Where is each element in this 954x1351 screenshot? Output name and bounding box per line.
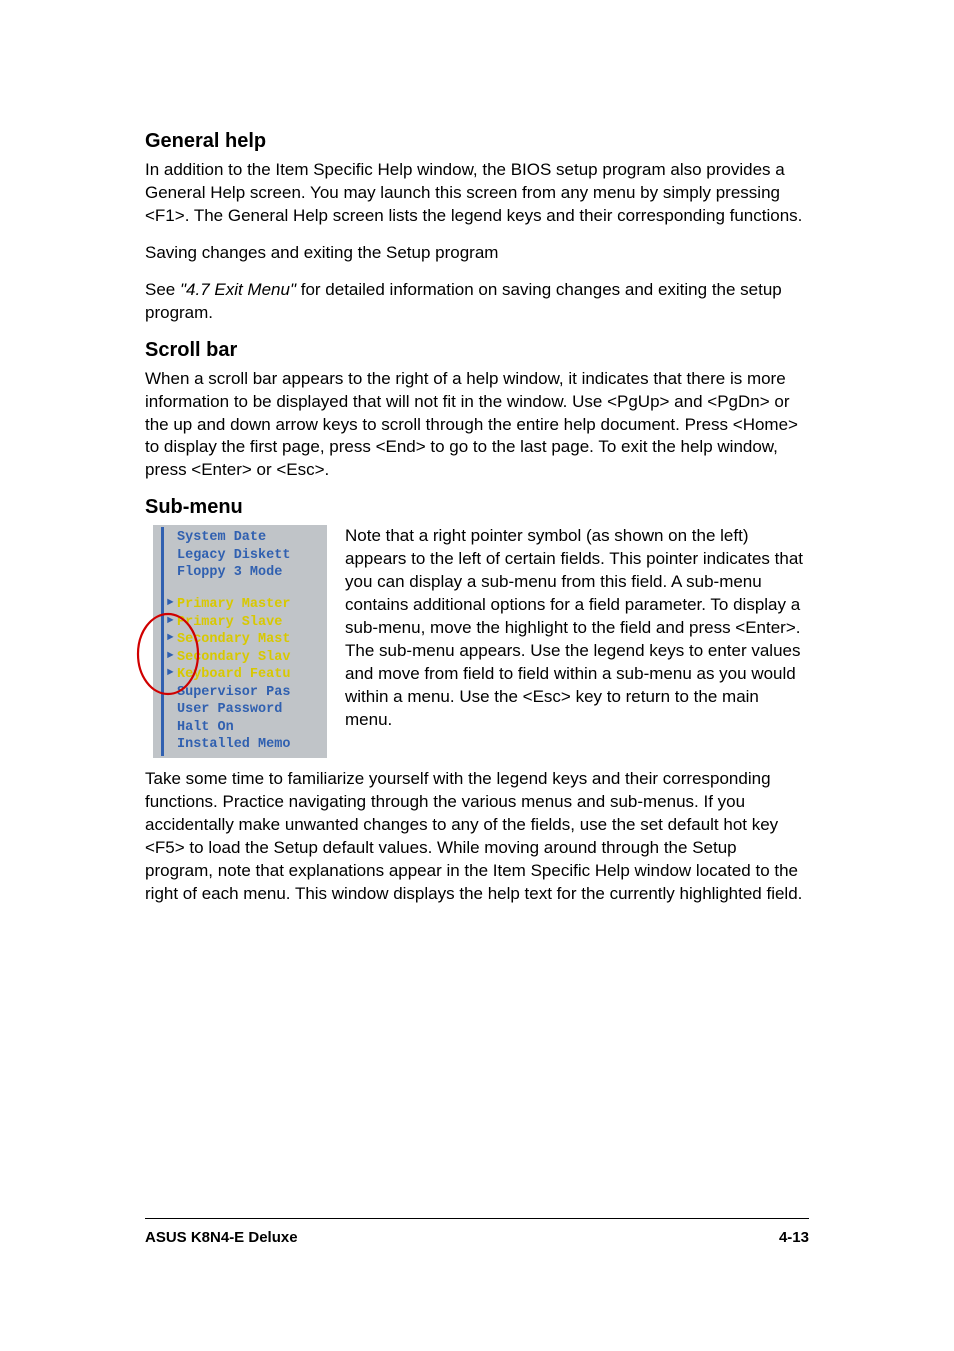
heading-sub-menu: Sub-menu [145, 496, 809, 519]
bios-line-installed-memo: Installed Memo [153, 736, 327, 754]
bios-text: Primary Master [177, 597, 290, 612]
pointer-icon: ► [167, 666, 174, 680]
bios-text: Secondary Mast [177, 632, 290, 647]
bios-line-secondary-slave: ►Secondary Slav [153, 649, 327, 667]
general-help-p1: In addition to the Item Specific Help wi… [145, 159, 809, 228]
bios-gap [153, 582, 327, 596]
page-footer: ASUS K8N4-E Deluxe 4-13 [145, 1218, 809, 1246]
general-help-p3: See "4.7 Exit Menu" for detailed informa… [145, 279, 809, 325]
heading-scroll-bar: Scroll bar [145, 339, 809, 362]
text-fragment: See [145, 280, 180, 299]
submenu-row: System Date Legacy Diskett Floppy 3 Mode… [145, 525, 809, 758]
bios-line-floppy-3-mode: Floppy 3 Mode [153, 564, 327, 582]
exit-menu-ref: "4.7 Exit Menu" [180, 280, 296, 299]
bios-left-edge [161, 527, 164, 756]
bios-screenshot: System Date Legacy Diskett Floppy 3 Mode… [153, 525, 327, 758]
page-content: General help In addition to the Item Spe… [145, 130, 809, 906]
bios-line-keyboard-features: ►Keyboard Featu [153, 666, 327, 684]
bios-screenshot-block: System Date Legacy Diskett Floppy 3 Mode… [145, 525, 327, 758]
sub-menu-p2: Take some time to familiarize yourself w… [145, 768, 809, 906]
bios-text: Secondary Slav [177, 650, 290, 665]
bios-line-system-date: System Date [153, 529, 327, 547]
pointer-icon: ► [167, 649, 174, 663]
footer-page-number: 4-13 [779, 1229, 809, 1246]
sub-menu-p1: Note that a right pointer symbol (as sho… [345, 525, 809, 731]
bios-line-halt-on: Halt On [153, 719, 327, 737]
bios-line-primary-master: ►Primary Master [153, 596, 327, 614]
pointer-icon: ► [167, 596, 174, 610]
pointer-icon: ► [167, 614, 174, 628]
submenu-text-col: Note that a right pointer symbol (as sho… [345, 525, 809, 731]
scroll-bar-p1: When a scroll bar appears to the right o… [145, 368, 809, 483]
general-help-p2: Saving changes and exiting the Setup pro… [145, 242, 809, 265]
bios-line-legacy-diskette: Legacy Diskett [153, 547, 327, 565]
bios-line-secondary-master: ►Secondary Mast [153, 631, 327, 649]
bios-line-user-password: User Password [153, 701, 327, 719]
bios-text: Primary Slave [177, 615, 282, 630]
footer-product-name: ASUS K8N4-E Deluxe [145, 1229, 298, 1246]
bios-text: Keyboard Featu [177, 667, 290, 682]
bios-line-primary-slave: ►Primary Slave [153, 614, 327, 632]
pointer-icon: ► [167, 631, 174, 645]
bios-line-supervisor-pass: Supervisor Pas [153, 684, 327, 702]
heading-general-help: General help [145, 130, 809, 153]
